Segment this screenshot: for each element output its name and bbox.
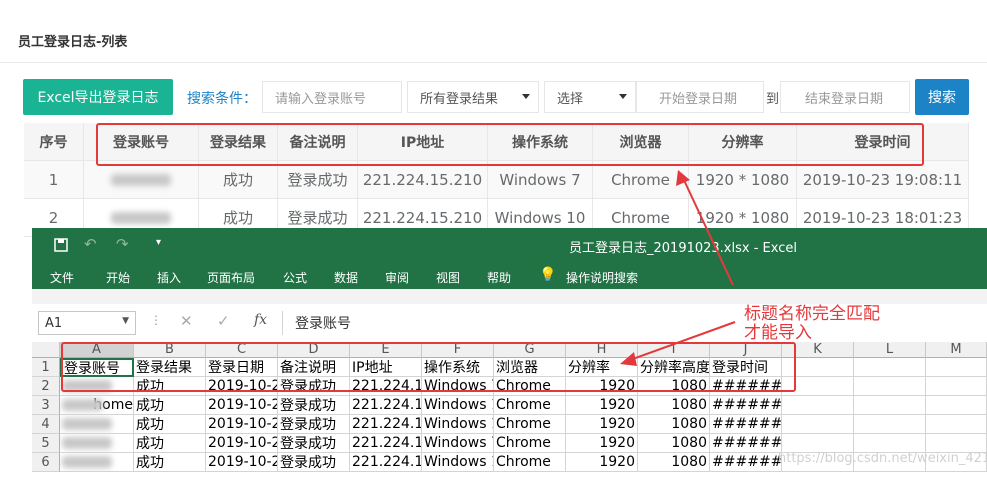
annotation-line: 才能导入 bbox=[744, 323, 812, 343]
annotation-text: 标题名称完全匹配 才能导入 bbox=[744, 305, 880, 343]
arrow-to-web-header bbox=[682, 177, 734, 286]
arrowhead bbox=[620, 352, 637, 366]
arrowhead bbox=[676, 170, 690, 186]
arrow-to-excel-header bbox=[629, 321, 736, 361]
watermark: https://blog.csdn.net/weixin_42127613 bbox=[778, 451, 987, 466]
annotation-arrows bbox=[620, 170, 736, 366]
annotation-line: 标题名称完全匹配 bbox=[744, 304, 880, 324]
